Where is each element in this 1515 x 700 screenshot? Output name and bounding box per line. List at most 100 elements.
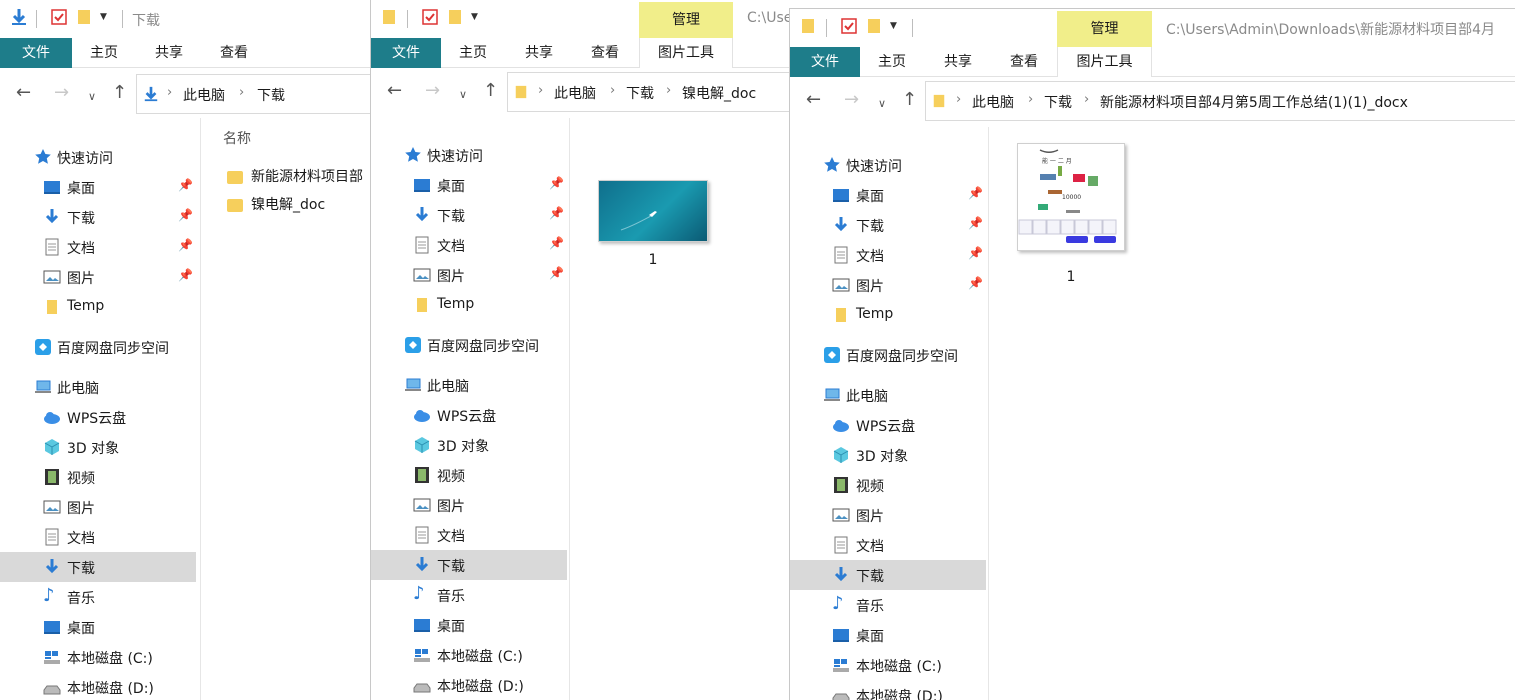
breadcrumb-folder[interactable]: 镍电解_doc (682, 83, 756, 103)
sidebar-item-pictures-pc[interactable]: 图片 (371, 490, 567, 520)
sidebar-item-desktop[interactable]: 桌面 📌 (371, 170, 567, 200)
new-folder-icon[interactable] (76, 8, 92, 30)
sidebar-item-this-pc[interactable]: 此电脑 (371, 370, 567, 400)
sidebar-item-temp[interactable]: Temp (790, 300, 986, 330)
sidebar-item-temp[interactable]: Temp (371, 290, 567, 320)
list-item[interactable]: 新能源材料项目部 (227, 166, 363, 192)
tab-file[interactable]: 文件 (790, 47, 860, 77)
sidebar-item-baidu-sync[interactable]: 百度网盘同步空间 (371, 330, 567, 360)
tab-view[interactable]: 查看 (1000, 47, 1048, 77)
sidebar-item-this-pc[interactable]: 此电脑 (790, 380, 986, 410)
tab-home[interactable]: 主页 (449, 38, 497, 68)
address-bar[interactable]: › 此电脑 › 下载 › 镍电解_doc (507, 72, 792, 112)
breadcrumb-folder[interactable]: 新能源材料项目部4月第5周工作总结(1)(1)_docx (1100, 92, 1408, 112)
sidebar-item-music[interactable]: ♪ 音乐 (790, 590, 986, 620)
sidebar-item-downloads[interactable]: 下载 📌 (371, 200, 567, 230)
new-folder-icon[interactable] (447, 8, 463, 30)
sidebar-item-pictures[interactable]: 图片 📌 (790, 270, 986, 300)
tab-picture-tools[interactable]: 图片工具 (639, 38, 733, 68)
breadcrumb-this-pc[interactable]: 此电脑 (972, 92, 1014, 112)
back-button[interactable]: ← (387, 81, 402, 101)
sidebar-item-wps-cloud[interactable]: WPS云盘 (0, 402, 196, 432)
new-folder-icon[interactable] (866, 17, 882, 39)
sidebar-item-documents-pc[interactable]: 文档 (0, 522, 196, 552)
sidebar-item-disk-c[interactable]: 本地磁盘 (C:) (790, 650, 986, 680)
sidebar-item-baidu-sync[interactable]: 百度网盘同步空间 (0, 332, 196, 362)
sidebar-item-pictures-pc[interactable]: 图片 (0, 492, 196, 522)
sidebar-item-disk-d[interactable]: 本地磁盘 (D:) (371, 670, 567, 700)
sidebar-item-downloads[interactable]: 下载 📌 (790, 210, 986, 240)
forward-button[interactable]: → (425, 81, 440, 101)
sidebar-item-desktop-pc[interactable]: 桌面 (790, 620, 986, 650)
sidebar-item-3d-objects[interactable]: 3D 对象 (790, 440, 986, 470)
tab-picture-tools[interactable]: 图片工具 (1057, 47, 1152, 77)
column-header-name[interactable]: 名称 (223, 128, 251, 148)
tab-file[interactable]: 文件 (371, 38, 441, 68)
sidebar-item-music[interactable]: ♪ 音乐 (0, 582, 196, 612)
tab-home[interactable]: 主页 (868, 47, 916, 77)
tab-share[interactable]: 共享 (934, 47, 982, 77)
tab-view[interactable]: 查看 (210, 38, 258, 68)
forward-button[interactable]: → (844, 90, 859, 110)
properties-check-icon[interactable] (50, 8, 68, 30)
sidebar-item-videos[interactable]: 视频 (790, 470, 986, 500)
list-item[interactable]: 镍电解_doc (227, 194, 325, 220)
image-thumbnail[interactable]: 能 一 二 月 10000 (1017, 143, 1125, 251)
sidebar-item-3d-objects[interactable]: 3D 对象 (371, 430, 567, 460)
image-thumbnail[interactable] (598, 180, 708, 242)
sidebar-item-downloads-pc[interactable]: 下载 (0, 552, 196, 582)
sidebar-item-quick-access[interactable]: 快速访问 (0, 142, 196, 172)
tab-home[interactable]: 主页 (80, 38, 128, 68)
breadcrumb-downloads[interactable]: 下载 (257, 85, 285, 105)
recent-locations-chevron-icon[interactable]: ∨ (459, 85, 467, 105)
address-bar[interactable]: › 此电脑 › 下载 › 新能源材料项目部4月第5周工作总结(1)(1)_doc… (925, 81, 1515, 121)
tab-share[interactable]: 共享 (145, 38, 193, 68)
breadcrumb-downloads[interactable]: 下载 (626, 83, 654, 103)
sidebar-item-wps-cloud[interactable]: WPS云盘 (790, 410, 986, 440)
sidebar-item-this-pc[interactable]: 此电脑 (0, 372, 196, 402)
sidebar-item-downloads[interactable]: 下载 📌 (0, 202, 196, 232)
sidebar-item-desktop-pc[interactable]: 桌面 (0, 612, 196, 642)
sidebar-item-desktop-pc[interactable]: 桌面 (371, 610, 567, 640)
back-button[interactable]: ← (806, 90, 821, 110)
forward-button[interactable]: → (54, 83, 69, 103)
sidebar-item-downloads-pc[interactable]: 下载 (371, 550, 567, 580)
recent-locations-chevron-icon[interactable]: ∨ (878, 94, 886, 114)
quick-access-dropdown-icon[interactable]: ▼ (471, 12, 478, 22)
sidebar-item-disk-c[interactable]: 本地磁盘 (C:) (371, 640, 567, 670)
sidebar-item-baidu-sync[interactable]: 百度网盘同步空间 (790, 340, 986, 370)
sidebar-item-documents[interactable]: 文档 📌 (371, 230, 567, 260)
up-button[interactable]: ↑ (483, 81, 498, 101)
breadcrumb-this-pc[interactable]: 此电脑 (554, 83, 596, 103)
sidebar-item-desktop[interactable]: 桌面 📌 (0, 172, 196, 202)
sidebar-item-pictures-pc[interactable]: 图片 (790, 500, 986, 530)
sidebar-item-downloads-pc[interactable]: 下载 (790, 560, 986, 590)
sidebar-item-pictures[interactable]: 图片 📌 (0, 262, 196, 292)
sidebar-item-music[interactable]: ♪ 音乐 (371, 580, 567, 610)
up-button[interactable]: ↑ (902, 90, 917, 110)
sidebar-item-disk-d[interactable]: 本地磁盘 (D:) (0, 672, 196, 700)
sidebar-item-quick-access[interactable]: 快速访问 (371, 140, 567, 170)
back-button[interactable]: ← (16, 83, 31, 103)
breadcrumb-downloads[interactable]: 下载 (1044, 92, 1072, 112)
sidebar-item-temp[interactable]: Temp (0, 292, 196, 322)
properties-check-icon[interactable] (840, 17, 858, 39)
quick-access-dropdown-icon[interactable]: ▼ (100, 12, 107, 22)
quick-access-dropdown-icon[interactable]: ▼ (890, 21, 897, 31)
properties-check-icon[interactable] (421, 8, 439, 30)
sidebar-item-desktop[interactable]: 桌面 📌 (790, 180, 986, 210)
tab-view[interactable]: 查看 (581, 38, 629, 68)
address-bar[interactable]: › 此电脑 › 下载 (136, 74, 372, 114)
sidebar-item-wps-cloud[interactable]: WPS云盘 (371, 400, 567, 430)
tab-share[interactable]: 共享 (515, 38, 563, 68)
sidebar-item-documents[interactable]: 文档 📌 (790, 240, 986, 270)
sidebar-item-videos[interactable]: 视频 (0, 462, 196, 492)
sidebar-item-videos[interactable]: 视频 (371, 460, 567, 490)
sidebar-item-documents-pc[interactable]: 文档 (371, 520, 567, 550)
up-button[interactable]: ↑ (112, 83, 127, 103)
sidebar-item-disk-c[interactable]: 本地磁盘 (C:) (0, 642, 196, 672)
sidebar-item-disk-d[interactable]: 本地磁盘 (D:) (790, 680, 986, 700)
sidebar-item-documents[interactable]: 文档 📌 (0, 232, 196, 262)
sidebar-item-quick-access[interactable]: 快速访问 (790, 150, 986, 180)
breadcrumb-this-pc[interactable]: 此电脑 (183, 85, 225, 105)
